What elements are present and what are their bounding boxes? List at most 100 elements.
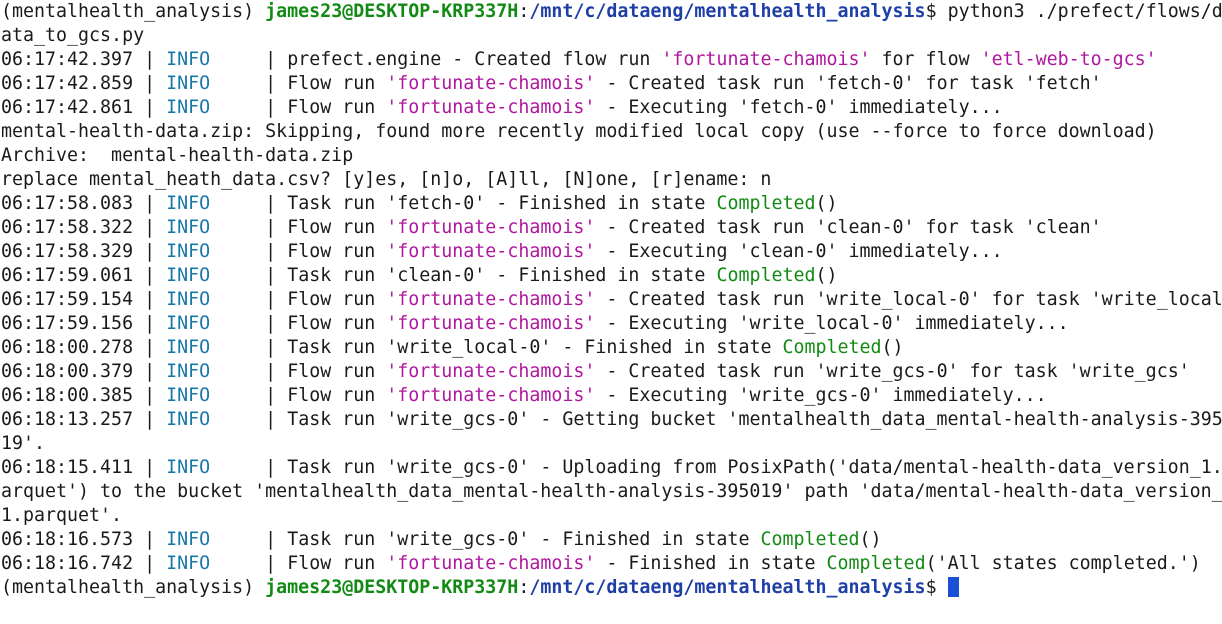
log-separator: | (133, 529, 167, 550)
log-separator: | (133, 553, 167, 574)
log-line: 06:17:42.397 | INFO | prefect.engine - C… (0, 48, 1222, 72)
prompt-dollar: $ (925, 1, 948, 22)
log-message: Flow run (287, 313, 387, 334)
log-level: INFO (166, 457, 211, 478)
output-line: arquet') to the bucket 'mentalhealth_dat… (0, 480, 1222, 504)
output-text: ata_to_gcs.py (1, 25, 145, 46)
log-message: ('All states completed.') (925, 553, 1201, 574)
log-message: Flow run (287, 241, 387, 262)
log-separator: | (133, 73, 167, 94)
log-message: - Executing 'clean-0' immediately... (595, 241, 1003, 262)
log-line: 06:17:58.083 | INFO | Task run 'fetch-0'… (0, 192, 1222, 216)
log-message: Flow run (287, 385, 387, 406)
log-line: 06:17:58.322 | INFO | Flow run 'fortunat… (0, 216, 1222, 240)
log-separator: | (210, 49, 288, 70)
flow-name: 'etl-web-to-gcs' (980, 49, 1157, 70)
log-message: Task run 'fetch-0' - Finished in state (287, 193, 717, 214)
log-separator: | (133, 361, 167, 382)
log-message: Flow run (287, 553, 387, 574)
log-separator: | (210, 241, 288, 262)
log-level: INFO (166, 553, 211, 574)
log-line: 06:18:00.278 | INFO | Task run 'write_lo… (0, 336, 1222, 360)
log-separator: | (133, 49, 167, 70)
prompt-path: /mnt/c/dataeng/mentalhealth_analysis (529, 1, 926, 22)
log-message: Task run 'write_local-0' - Finished in s… (287, 337, 783, 358)
prompt-separator: : (518, 577, 530, 598)
log-timestamp: 06:18:00.385 (1, 385, 134, 406)
log-separator: | (133, 97, 167, 118)
log-message: () (815, 265, 838, 286)
log-level: INFO (166, 73, 211, 94)
log-level: INFO (166, 313, 211, 334)
prompt-user-host: james23@DESKTOP-KRP337H (265, 577, 519, 598)
log-message: - Executing 'fetch-0' immediately... (595, 97, 1003, 118)
log-line: 06:18:15.411 | INFO | Task run 'write_gc… (0, 456, 1222, 480)
flow-name: 'fortunate-chamois' (386, 97, 596, 118)
log-separator: | (210, 409, 288, 430)
log-level: INFO (166, 337, 211, 358)
state-name: Completed (760, 529, 860, 550)
log-timestamp: 06:17:42.861 (1, 97, 134, 118)
log-separator: | (133, 193, 167, 214)
log-separator: | (210, 361, 288, 382)
log-message: Task run 'clean-0' - Finished in state (287, 265, 717, 286)
log-message: () (859, 529, 882, 550)
terminal-window[interactable]: (mentalhealth_analysis) james23@DESKTOP-… (0, 0, 1222, 624)
log-separator: | (210, 337, 288, 358)
log-timestamp: 06:18:13.257 (1, 409, 134, 430)
log-separator: | (210, 313, 288, 334)
log-line: 06:18:13.257 | INFO | Task run 'write_gc… (0, 408, 1222, 432)
flow-name: 'fortunate-chamois' (386, 313, 596, 334)
log-level: INFO (166, 361, 211, 382)
flow-name: 'fortunate-chamois' (386, 289, 596, 310)
output-text: arquet') to the bucket 'mentalhealth_dat… (1, 481, 1222, 502)
output-text: Archive: mental-health-data.zip (1, 145, 354, 166)
flow-name: 'fortunate-chamois' (386, 73, 596, 94)
output-line: mental-health-data.zip: Skipping, found … (0, 120, 1222, 144)
output-text: 1.parquet'. (1, 505, 123, 526)
log-timestamp: 06:17:58.083 (1, 193, 134, 214)
prompt-dollar: $ (925, 577, 948, 598)
log-separator: | (210, 73, 288, 94)
log-separator: | (133, 409, 167, 430)
prompt-line: (mentalhealth_analysis) james23@DESKTOP-… (0, 576, 1222, 600)
log-timestamp: 06:17:59.061 (1, 265, 134, 286)
log-message: Flow run (287, 289, 387, 310)
log-timestamp: 06:17:59.156 (1, 313, 134, 334)
prompt-env: (mentalhealth_analysis) (1, 1, 266, 22)
log-line: 06:17:59.156 | INFO | Flow run 'fortunat… (0, 312, 1222, 336)
flow-name: 'fortunate-chamois' (386, 241, 596, 262)
log-level: INFO (166, 193, 211, 214)
log-level: INFO (166, 97, 211, 118)
log-separator: | (210, 529, 288, 550)
log-line: 06:18:00.385 | INFO | Flow run 'fortunat… (0, 384, 1222, 408)
log-separator: | (133, 313, 167, 334)
state-name: Completed (782, 337, 882, 358)
log-message: - Finished in state (595, 553, 827, 574)
output-line: ata_to_gcs.py (0, 24, 1222, 48)
log-level: INFO (166, 409, 211, 430)
log-separator: | (210, 289, 288, 310)
log-separator: | (210, 217, 288, 238)
log-separator: | (133, 385, 167, 406)
log-timestamp: 06:18:15.411 (1, 457, 134, 478)
log-message: - Created task run 'clean-0' for task 'c… (595, 217, 1102, 238)
log-separator: | (210, 97, 288, 118)
log-level: INFO (166, 241, 211, 262)
log-line: 06:17:42.861 | INFO | Flow run 'fortunat… (0, 96, 1222, 120)
flow-name: 'fortunate-chamois' (386, 361, 596, 382)
output-line: replace mental_heath_data.csv? [y]es, [n… (0, 168, 1222, 192)
log-timestamp: 06:17:59.154 (1, 289, 134, 310)
log-timestamp: 06:18:16.573 (1, 529, 134, 550)
log-level: INFO (166, 529, 211, 550)
log-line: 06:18:16.573 | INFO | Task run 'write_gc… (0, 528, 1222, 552)
log-line: 06:18:16.742 | INFO | Flow run 'fortunat… (0, 552, 1222, 576)
log-separator: | (210, 553, 288, 574)
output-line: 1.parquet'. (0, 504, 1222, 528)
prompt-env: (mentalhealth_analysis) (1, 577, 266, 598)
log-line: 06:17:58.329 | INFO | Flow run 'fortunat… (0, 240, 1222, 264)
prompt-user-host: james23@DESKTOP-KRP337H (265, 1, 519, 22)
log-message: Task run 'write_gcs-0' - Finished in sta… (287, 529, 761, 550)
prompt-separator: : (518, 1, 530, 22)
flow-name: 'fortunate-chamois' (386, 217, 596, 238)
